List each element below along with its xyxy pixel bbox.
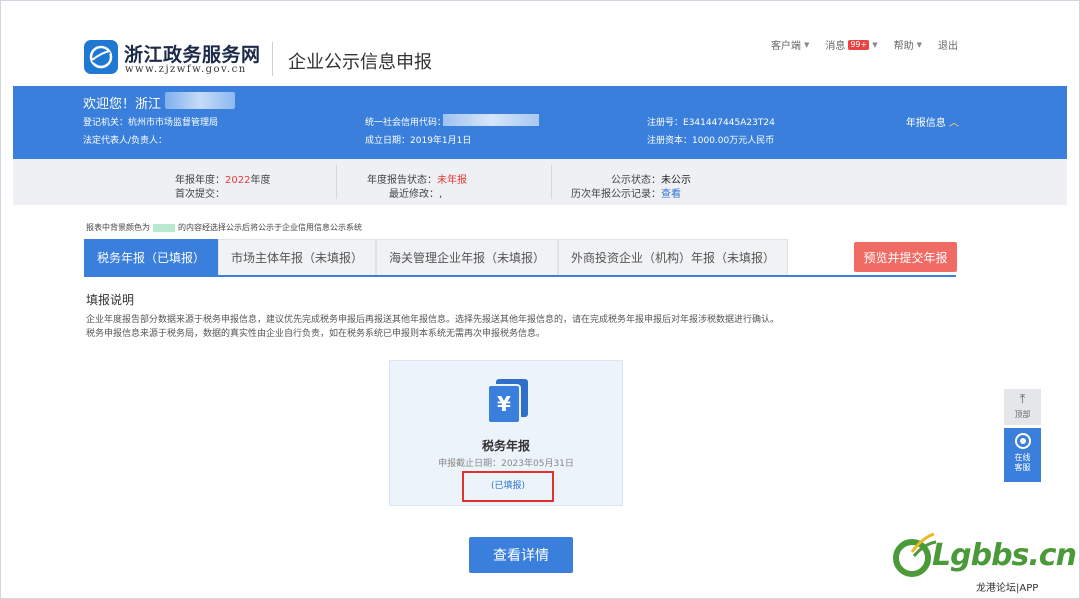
report-tabs: 税务年报（已填报） 市场主体年报（未填报） 海关管理企业年报（未填报） 外商投资…: [84, 239, 789, 276]
back-to-top-label: 顶部: [1014, 410, 1031, 419]
tab-tax-report[interactable]: 税务年报（已填报）: [84, 239, 219, 276]
notice-text-before: 报表中背景颜色为: [86, 223, 150, 232]
legal-rep-label: 法定代表人/负责人：: [83, 136, 168, 146]
instructions-line-2: 税务申报信息来源于税务局，数据的真实性由企业自行负责，如在税务系统已申报则本系统…: [86, 329, 546, 339]
card-deadline: 申报截止日期：2023年05月31日: [438, 459, 574, 469]
view-details-button[interactable]: 查看详情: [469, 537, 573, 573]
report-year-value: 2022: [225, 175, 251, 186]
reg-no-value: E341447445A23T24: [683, 118, 775, 128]
info-divider: [336, 165, 337, 199]
info-divider: [551, 165, 552, 199]
report-status: 年度报告状态：未年报: [367, 171, 467, 186]
history-label: 历次年报公示记录：: [571, 189, 661, 200]
logo-url: www.zjzwfw.gov.cn: [125, 64, 247, 75]
top-menu: 客户端 ▼ 消息 99+ ▼ 帮助 ▼ 退出: [771, 37, 958, 52]
established-value: 2019年1月1日: [410, 136, 472, 146]
logo-name[interactable]: 浙江政务服务网: [124, 40, 261, 67]
yuan-document-icon: ¥: [484, 377, 532, 428]
history-records: 历次年报公示记录：查看: [571, 185, 681, 200]
card-status: (已填报): [462, 471, 554, 502]
instructions-heading: 填报说明: [86, 293, 135, 307]
zjzwfw-logo-icon[interactable]: [84, 40, 118, 74]
report-year: 年报年度：2022年度: [175, 171, 270, 186]
annual-info-label: 年报信息: [905, 118, 946, 129]
tab-customs-report[interactable]: 海关管理企业年报（未填报）: [376, 239, 559, 276]
preview-submit-button[interactable]: 预览并提交年报: [854, 242, 957, 272]
instructions-line-1: 企业年度报告部分数据来源于税务申报信息，建议优先完成税务申报后再报送其他年报信息…: [86, 315, 780, 325]
company-info-band: 欢迎您！浙江 登记机关：杭州市市场监督管理局 法定代表人/负责人： 统一社会信用…: [13, 86, 1067, 159]
last-modified-label: 最近修改：: [389, 189, 439, 200]
capital-value: 1000.00万元人民币: [692, 136, 775, 146]
watermark-text: Lgbbs.cn: [932, 538, 1077, 573]
established-label: 成立日期：: [365, 136, 411, 146]
online-service-button[interactable]: 在线 客服: [1004, 428, 1041, 482]
established: 成立日期：2019年1月1日: [365, 133, 471, 146]
history-view-link[interactable]: 查看: [661, 189, 681, 200]
public-notice: 报表中背景颜色为 的内容经选择公示后将公示于企业信用信息公示系统: [86, 222, 362, 233]
messages-menu-label: 消息: [825, 41, 846, 52]
card-title: 税务年报: [481, 439, 530, 453]
reg-org-label: 登记机关：: [83, 118, 129, 128]
capital-label: 注册资本：: [647, 136, 693, 146]
reg-no-label: 注册号：: [647, 118, 684, 128]
headset-icon: [1004, 428, 1041, 453]
tax-report-card[interactable]: ¥ 税务年报 申报截止日期：2023年05月31日 (已填报): [389, 360, 623, 506]
chevron-down-icon: ▼: [916, 40, 922, 49]
messages-badge: 99+: [848, 39, 870, 50]
help-menu[interactable]: 帮助 ▼: [893, 37, 922, 53]
messages-menu[interactable]: 消息 99+ ▼: [825, 37, 878, 52]
public-status: 公示状态：未公示: [611, 171, 691, 186]
chevron-down-icon: ▼: [872, 40, 878, 49]
last-modified-value: ,: [439, 189, 443, 200]
chevron-up-icon: ︿: [949, 118, 959, 129]
tab-foreign-investment-report[interactable]: 外商投资企业（机构）年报（未填报）: [558, 239, 789, 276]
redacted-company-name: [165, 92, 235, 109]
header-divider: [272, 42, 273, 76]
reg-org-value: 杭州市市场监督管理局: [128, 118, 219, 128]
logout-link[interactable]: 退出: [938, 37, 958, 52]
help-menu-label: 帮助: [893, 41, 914, 52]
capital: 注册资本：1000.00万元人民币: [647, 133, 774, 146]
watermark-sub: 龙港论坛|APP: [976, 583, 1039, 594]
report-year-suffix: 年度: [250, 175, 271, 186]
online-service-line2: 客服: [1014, 463, 1031, 472]
report-status-strip: 年报年度：2022年度 首次提交： 年度报告状态：未年报 最近修改：, 公示状态…: [13, 159, 1067, 205]
last-modified: 最近修改：,: [389, 185, 442, 200]
arrow-up-icon: ⤒: [1019, 392, 1026, 407]
reg-org: 登记机关：杭州市市场监督管理局: [83, 115, 218, 128]
tab-market-entity-report[interactable]: 市场主体年报（未填报）: [218, 239, 377, 276]
public-color-swatch: [153, 223, 175, 232]
reg-no: 注册号：E341447445A23T24: [647, 115, 775, 128]
first-submit-label: 首次提交：: [175, 189, 225, 200]
back-to-top-button[interactable]: ⤒ 顶部: [1004, 389, 1041, 425]
credit-code-label: 统一社会信用代码：: [365, 118, 447, 128]
client-menu[interactable]: 客户端 ▼: [770, 37, 810, 53]
redacted-credit-code: [443, 114, 539, 126]
svg-text:¥: ¥: [497, 392, 511, 416]
annual-info-toggle[interactable]: 年报信息 ︿: [906, 114, 959, 129]
online-service-line1: 在线: [1014, 453, 1031, 462]
lgbbs-watermark-logo-icon: [888, 530, 938, 583]
tab-underline: [84, 275, 956, 277]
welcome-text: 欢迎您！浙江: [83, 97, 162, 112]
system-title: 企业公示信息申报: [288, 52, 432, 73]
chevron-down-icon: ▼: [803, 40, 810, 49]
notice-text-after: 的内容经选择公示后将公示于企业信用信息公示系统: [178, 223, 362, 232]
client-menu-label: 客户端: [770, 41, 801, 52]
